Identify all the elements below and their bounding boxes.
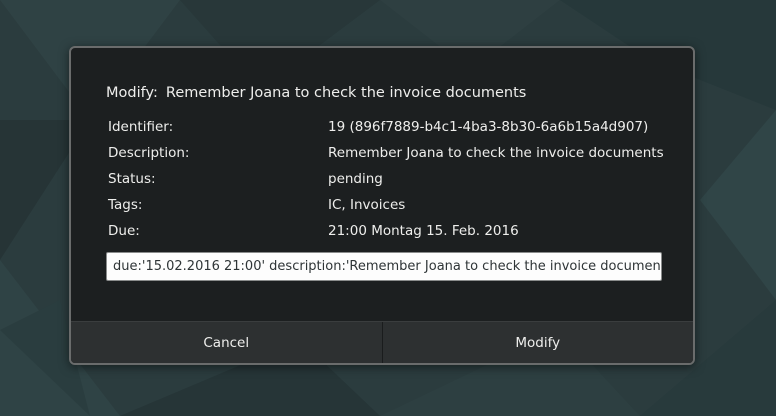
description-label: Description:: [108, 145, 190, 161]
desktop-background: Modify: Remember Joana to check the invoi…: [0, 0, 776, 416]
due-label: Due:: [108, 223, 140, 239]
info-row-due: Due: 21:00 Montag 15. Feb. 2016: [108, 222, 668, 248]
modify-command-input[interactable]: due:'15.02.2016 21:00' description:'Reme…: [106, 252, 662, 281]
status-value: pending: [328, 171, 383, 187]
due-value: 21:00 Montag 15. Feb. 2016: [328, 223, 519, 239]
tags-value: IC, Invoices: [328, 197, 406, 213]
tags-label: Tags:: [108, 197, 143, 213]
cancel-button[interactable]: Cancel: [71, 322, 382, 363]
modify-button-label: Modify: [515, 335, 561, 351]
info-row-identifier: Identifier: 19 (896f7889-b4c1-4ba3-8b30-…: [108, 118, 668, 144]
info-row-description: Description: Remember Joana to check the…: [108, 144, 668, 170]
dialog-title-task: Remember Joana to check the invoice docu…: [165, 85, 527, 101]
status-label: Status:: [108, 171, 156, 187]
modify-button[interactable]: Modify: [381, 322, 693, 363]
identifier-value: 19 (896f7889-b4c1-4ba3-8b30-6a6b15a4d907…: [328, 119, 649, 135]
dialog-title-prefix: Modify:: [106, 85, 158, 101]
info-row-tags: Tags: IC, Invoices: [108, 196, 668, 222]
modify-task-dialog: Modify: Remember Joana to check the invoi…: [69, 46, 695, 365]
info-row-status: Status: pending: [108, 170, 668, 196]
dialog-title: Modify: Remember Joana to check the invoi…: [106, 85, 526, 101]
modify-command-text: due:'15.02.2016 21:00' description:'Reme…: [113, 259, 662, 274]
description-value: Remember Joana to check the invoice docu…: [328, 145, 664, 161]
task-info-grid: Identifier: 19 (896f7889-b4c1-4ba3-8b30-…: [108, 118, 668, 248]
cancel-button-label: Cancel: [203, 335, 250, 351]
dialog-action-area: Cancel Modify: [71, 321, 693, 363]
identifier-label: Identifier:: [108, 119, 174, 135]
